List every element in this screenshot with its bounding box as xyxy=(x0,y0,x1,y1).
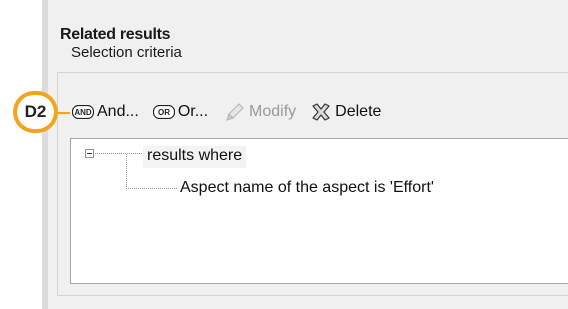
collapse-icon[interactable] xyxy=(85,149,94,158)
callout-label: D2 xyxy=(17,95,54,129)
callout-connector xyxy=(56,112,70,114)
or-button-label: Or... xyxy=(177,103,209,120)
modify-button-label: Modify xyxy=(249,103,297,120)
and-icon: AND xyxy=(72,105,94,119)
related-results-screen: Related results Selection criteria D2 AN… xyxy=(0,0,568,309)
selection-criteria-label: Selection criteria xyxy=(71,44,182,61)
modify-button[interactable]: Modify xyxy=(224,102,296,122)
or-button[interactable]: OR Or... xyxy=(152,103,209,121)
and-icon-text: AND xyxy=(74,108,92,117)
tree-node-condition[interactable]: Aspect name of the aspect is 'Effort' xyxy=(180,178,434,198)
delete-x-icon xyxy=(310,102,332,122)
criteria-toolbar: AND And... OR Or... Modify Delete xyxy=(72,99,391,125)
pencil-icon xyxy=(224,102,246,122)
or-icon: OR xyxy=(152,105,175,119)
section-title: Related results xyxy=(60,26,171,43)
or-icon-text: OR xyxy=(158,108,170,117)
delete-button[interactable]: Delete xyxy=(310,102,381,122)
callout-badge: D2 xyxy=(13,91,58,133)
and-button[interactable]: AND And... xyxy=(72,103,139,121)
and-button-label: And... xyxy=(97,103,139,120)
tree-node-root[interactable]: results where xyxy=(143,146,247,168)
delete-button-label: Delete xyxy=(335,103,382,120)
